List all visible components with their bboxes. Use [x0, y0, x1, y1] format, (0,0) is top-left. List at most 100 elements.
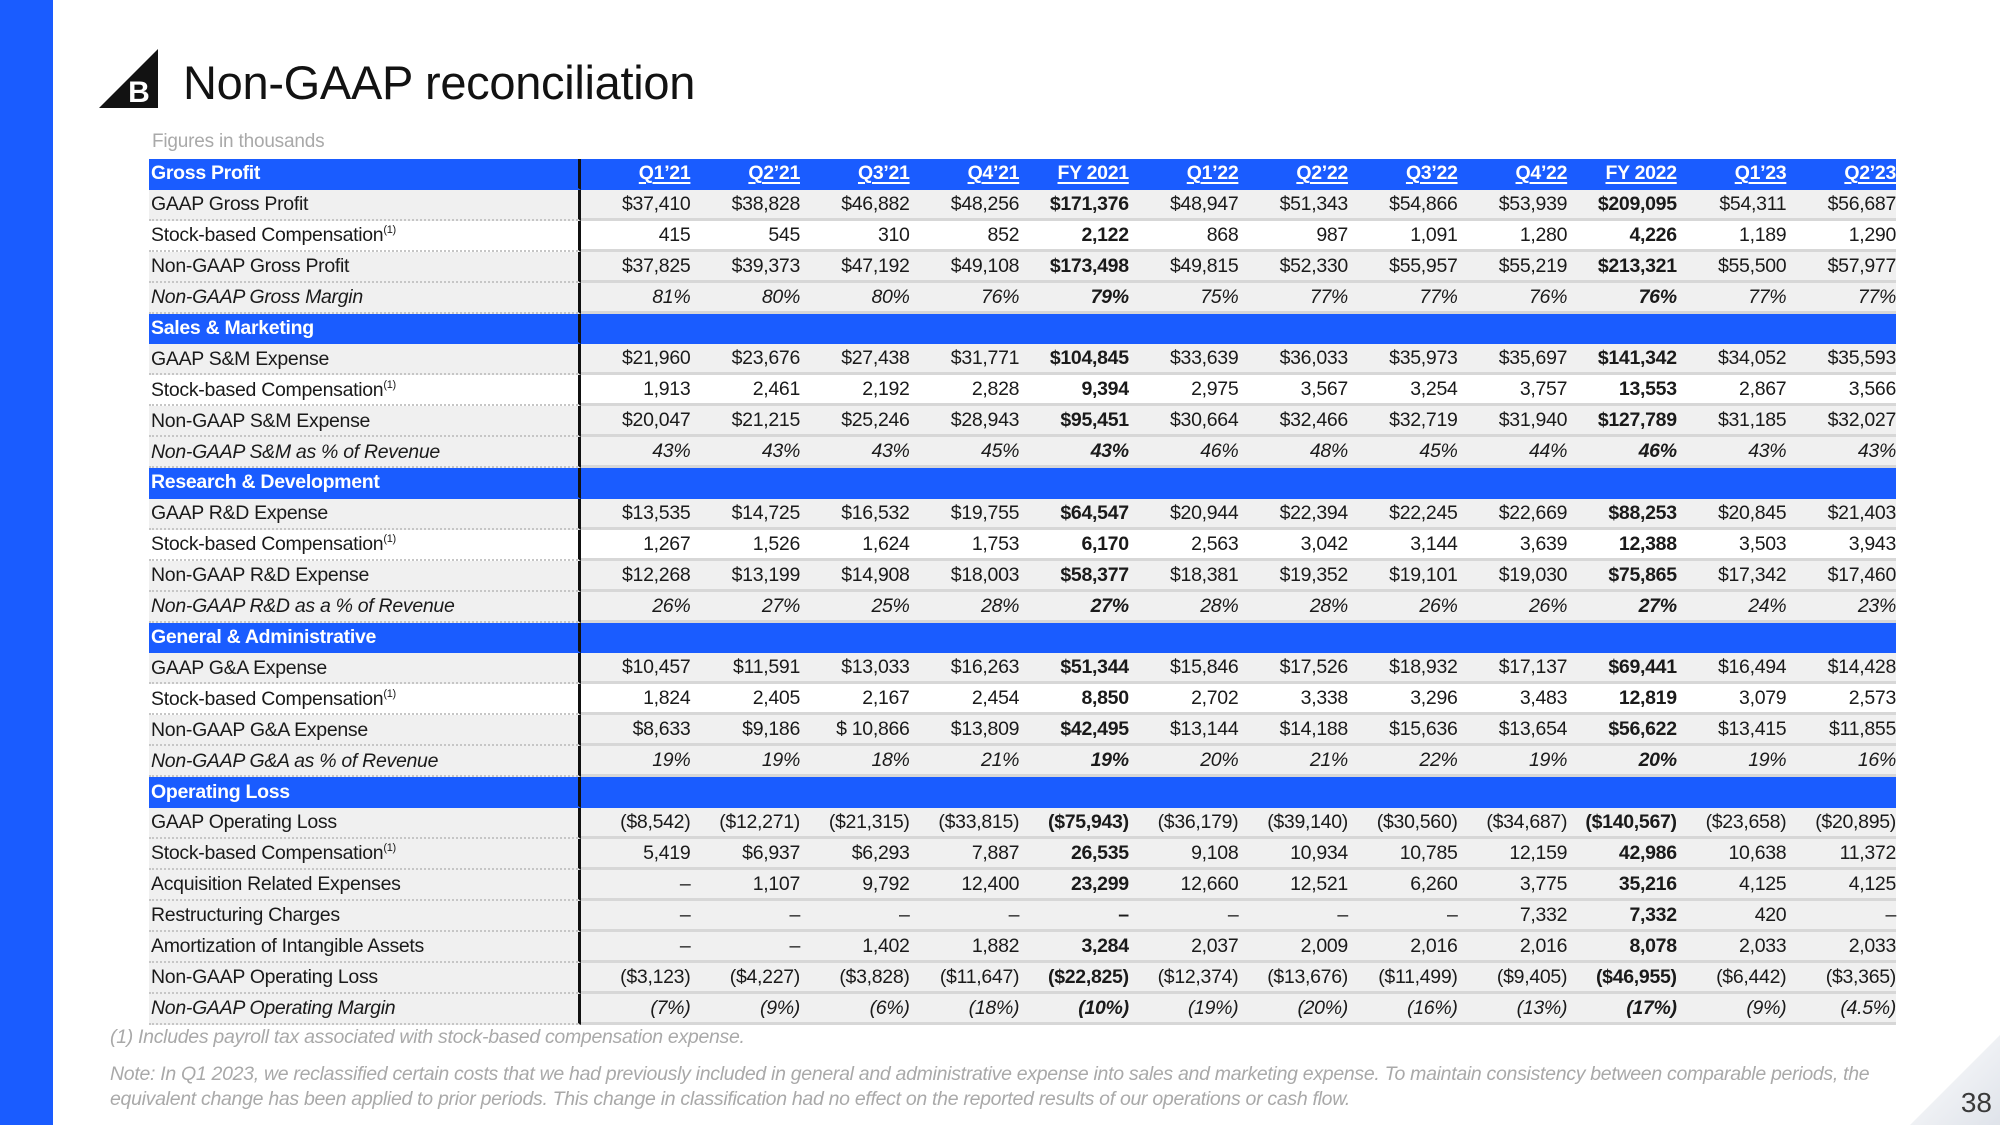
column-header-label: Q2’22 [1296, 162, 1348, 185]
value-cell: 1,402 [800, 931, 910, 963]
row-label-text: Non-GAAP Gross Margin [151, 286, 363, 309]
row-label: Non-GAAP G&A Expense [149, 715, 581, 747]
section-header-fill [1786, 313, 1896, 345]
value-cell: ($8,542) [580, 807, 691, 839]
value-cell: $56,687 [1786, 189, 1896, 221]
value-cell: 2,975 [1128, 375, 1239, 407]
section-header-row: Gross Profit Q1’21 Q2’21 Q3’21 Q4’21 FY 2021 Q… [149, 159, 1896, 190]
column-header: FY 2022 [1567, 159, 1677, 190]
value-cell: 21% [1238, 746, 1348, 778]
section-header-fill [1676, 622, 1787, 654]
value-cell: 20% [1128, 746, 1239, 778]
value-cell: – [909, 900, 1019, 932]
footnote-marker: (1) [383, 687, 396, 700]
section-header-fill [1347, 468, 1458, 499]
fiscal-year-total-cell: $51,344 [1019, 653, 1129, 685]
fiscal-year-total-cell: $75,865 [1567, 560, 1677, 592]
row-label: GAAP R&D Expense [149, 498, 581, 530]
table-row: Non-GAAP G&A as % of Revenue 19% 19% 18% 21%… [149, 746, 1896, 778]
page-title: Non-GAAP reconciliation [183, 56, 696, 109]
value-cell: 10,638 [1676, 838, 1787, 870]
value-cell: 46% [1128, 437, 1239, 469]
row-label-text: Restructuring Charges [151, 904, 340, 927]
value-cell: – [1128, 900, 1239, 932]
value-cell: ($36,179) [1128, 807, 1239, 839]
table-row: GAAP R&D Expense $13,535 $14,725 $16,532 $19… [149, 498, 1896, 530]
value-cell: $21,215 [690, 406, 800, 438]
value-cell: $19,755 [909, 498, 1019, 530]
brand-side-bar [0, 0, 53, 1125]
footnote-payroll-tax: (1) Includes payroll tax associated with… [110, 1026, 745, 1048]
value-cell: 77% [1786, 282, 1896, 314]
value-cell: (20%) [1238, 993, 1348, 1025]
fiscal-year-total-cell: ($46,955) [1567, 962, 1677, 994]
section-title: Gross Profit [149, 159, 581, 190]
row-label: Non-GAAP S&M as % of Revenue [149, 437, 581, 469]
value-cell: $55,219 [1457, 251, 1567, 283]
section-header-fill [690, 777, 800, 808]
column-header: Q2’23 [1786, 159, 1896, 190]
section-title: Research & Development [149, 468, 581, 499]
fiscal-year-total-cell: 42,986 [1567, 838, 1677, 870]
value-cell: $52,330 [1238, 251, 1348, 283]
section-header-row: Sales & Marketing [149, 313, 1896, 345]
value-cell: 3,757 [1457, 375, 1567, 407]
value-cell: $48,256 [909, 189, 1019, 221]
value-cell: 2,033 [1676, 931, 1787, 963]
value-cell: 1,824 [580, 684, 691, 716]
value-cell: $12,268 [580, 560, 691, 592]
value-cell: 2,454 [909, 684, 1019, 716]
value-cell: $25,246 [800, 406, 910, 438]
table-row: Amortization of Intangible Assets – –1,402… [149, 931, 1896, 963]
value-cell: ($6,442) [1676, 962, 1787, 994]
value-cell: (9%) [690, 993, 800, 1025]
value-cell: 1,624 [800, 529, 910, 561]
value-cell: 80% [800, 282, 910, 314]
row-label: Stock-based Compensation(1) [149, 220, 581, 252]
fiscal-year-total-cell: 26,535 [1019, 838, 1129, 870]
table-row: Non-GAAP G&A Expense $8,633 $9,186 $ 10,866… [149, 715, 1896, 747]
table-row: Non-GAAP Operating Loss ($3,123) ($4,227)(… [149, 962, 1896, 994]
section-header-fill [909, 622, 1020, 654]
fiscal-year-total-cell: 20% [1567, 746, 1677, 778]
value-cell: 22% [1347, 746, 1458, 778]
section-header-fill [800, 313, 910, 345]
table-row: Non-GAAP Operating Margin (7%) (9%) (6%) (18… [149, 993, 1896, 1025]
value-cell: 3,254 [1347, 375, 1458, 407]
fiscal-year-total-cell: 27% [1567, 591, 1677, 623]
fiscal-year-total-cell: 23,299 [1019, 869, 1129, 901]
value-cell: $54,866 [1347, 189, 1458, 221]
value-cell: 1,526 [690, 529, 800, 561]
section-header-row: Research & Development [149, 468, 1896, 499]
value-cell: 1,290 [1786, 220, 1896, 252]
row-label-text: Amortization of Intangible Assets [151, 935, 425, 958]
value-cell: 3,483 [1457, 684, 1567, 716]
fiscal-year-total-cell: 8,850 [1019, 684, 1129, 716]
value-cell: $32,027 [1786, 406, 1896, 438]
value-cell: 12,521 [1238, 869, 1348, 901]
value-cell: 1,107 [690, 869, 800, 901]
value-cell: ($12,271) [690, 807, 800, 839]
value-cell: 3,943 [1786, 529, 1896, 561]
value-cell: $37,410 [580, 189, 691, 221]
value-cell: 3,144 [1347, 529, 1458, 561]
value-cell: 7,332 [1457, 900, 1567, 932]
value-cell: $57,977 [1786, 251, 1896, 283]
fiscal-year-total-cell: $127,789 [1567, 406, 1677, 438]
column-header-label: Q4’21 [967, 162, 1020, 185]
value-cell: 1,267 [580, 529, 691, 561]
value-cell: – [690, 900, 800, 932]
fiscal-year-total-cell: 76% [1567, 282, 1677, 314]
value-cell: $33,639 [1128, 344, 1239, 376]
row-label: Stock-based Compensation(1) [149, 838, 581, 870]
footnote-marker: (1) [383, 224, 396, 237]
value-cell: 12,159 [1457, 838, 1567, 870]
value-cell: $20,845 [1676, 498, 1787, 530]
value-cell: ($34,687) [1457, 807, 1567, 839]
table-row: Restructuring Charges – – – – – – – –7,332 7,332 4… [149, 900, 1896, 932]
section-title: Sales & Marketing [149, 313, 581, 345]
value-cell: $31,185 [1676, 406, 1787, 438]
row-label: Non-GAAP S&M Expense [149, 406, 581, 438]
section-title: General & Administrative [149, 622, 581, 654]
value-cell: $13,033 [800, 653, 910, 685]
